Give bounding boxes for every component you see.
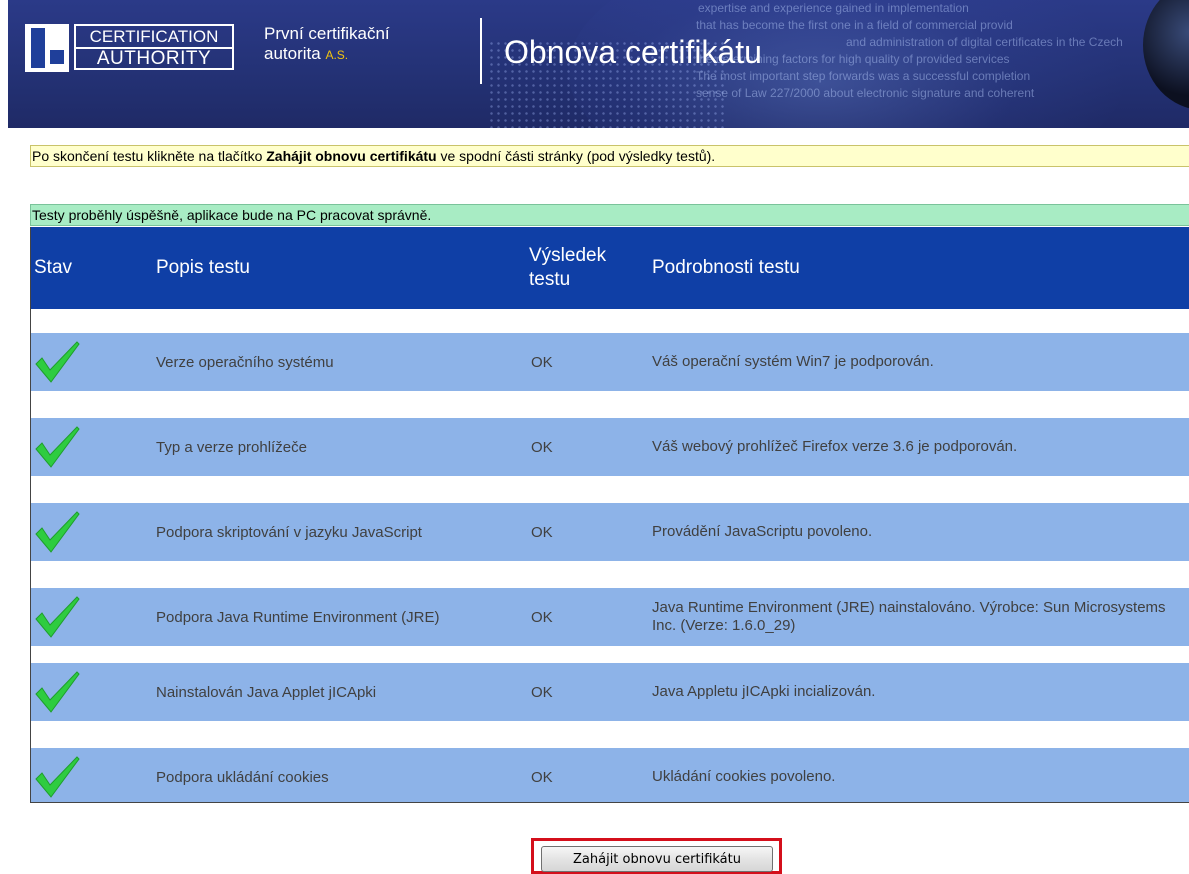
success-notice: Testy proběhly úspěšně, aplikace bude na… (30, 204, 1189, 226)
instruction-button-name: Zahájit obnovu certifikátu (266, 148, 437, 164)
test-details: Java Appletu jICApki incializován. (652, 683, 876, 700)
test-result: OK (531, 438, 553, 456)
table-row: Typ a verze prohlížeče OK Váš webový pro… (31, 418, 1189, 476)
table-row: Verze operačního systému OK Váš operační… (31, 333, 1189, 391)
column-header-podrobnosti: Podrobnosti testu (652, 257, 800, 278)
column-header-stav: Stav (34, 257, 73, 278)
ca-logo-line2: AUTHORITY (96, 48, 212, 69)
table-header: Stav Popis testu Výsledek testu Podrobnos… (31, 227, 1189, 309)
test-description: Nainstalován Java Applet jICApki (156, 683, 377, 701)
test-details: Ukládání cookies povoleno. (652, 768, 836, 785)
header-bg-line: and administration of digital certificat… (846, 35, 1123, 49)
header-divider (480, 18, 482, 84)
test-result: OK (531, 768, 553, 786)
column-header-popis: Popis testu (156, 257, 250, 278)
test-description: Verze operačního systému (156, 353, 334, 371)
column-header-vysledek-line2: testu (529, 269, 571, 290)
ica-logo-icon (25, 24, 69, 72)
test-details: Váš webový prohlížeč Firefox verze 3.6 j… (652, 438, 1018, 455)
page-header: expertise and experience gained in imple… (8, 0, 1189, 128)
check-icon (33, 663, 81, 721)
table-row: Podpora skriptování v jazyku JavaScript … (31, 503, 1189, 561)
header-bg-line: the determining factors for high quality… (696, 52, 1010, 66)
test-details: Java Runtime Environment (JRE) nainstalo… (652, 599, 1166, 634)
table-row: Podpora ukládání cookies OK Ukládání coo… (31, 748, 1189, 802)
org-name-line1: První certifikační (264, 24, 390, 43)
header-bg-line: expertise and experience gained in imple… (698, 1, 969, 15)
test-description: Typ a verze prohlížeče (156, 438, 307, 456)
test-description: Podpora Java Runtime Environment (JRE) (156, 608, 440, 626)
check-icon (33, 588, 81, 646)
header-background-text: expertise and experience gained in imple… (696, 0, 1189, 102)
column-header-vysledek: Výsledek testu (529, 227, 606, 309)
org-name-text: autorita (264, 44, 321, 63)
check-icon (33, 333, 81, 391)
header-bg-line: that has become the first one in a field… (696, 18, 1013, 32)
instruction-text-before: Po skončení testu klikněte na tlačítko (32, 148, 267, 164)
page-title: Obnova certifikátu (504, 34, 762, 70)
test-results-table: Stav Popis testu Výsledek testu Podrobnos… (30, 227, 1189, 803)
start-renewal-button[interactable]: Zahájit obnovu certifikátu (541, 846, 773, 872)
test-result: OK (531, 608, 553, 626)
test-description: Podpora skriptování v jazyku JavaScript (156, 523, 422, 541)
organization-name: První certifikační autorita A.S. (264, 24, 390, 65)
table-row: Nainstalován Java Applet jICApki OK Java… (31, 663, 1189, 721)
test-result: OK (531, 353, 553, 371)
certification-authority-logo: CERTIFICATION AUTHORITY (74, 24, 234, 70)
check-icon (33, 418, 81, 476)
column-header-vysledek-line1: Výsledek (529, 245, 607, 266)
test-result: OK (531, 523, 553, 541)
test-description: Podpora ukládání cookies (156, 768, 329, 786)
test-result: OK (531, 683, 553, 701)
org-suffix: A.S. (325, 48, 349, 62)
instruction-text-after: ve spodní části stránky (pod výsledky te… (436, 148, 716, 164)
table-row: Podpora Java Runtime Environment (JRE) O… (31, 588, 1189, 646)
org-name-line2: autorita A.S. (264, 44, 390, 65)
test-details: Provádění JavaScriptu povoleno. (652, 523, 873, 540)
ca-logo-line1: CERTIFICATION (76, 26, 232, 49)
check-icon (33, 748, 81, 802)
check-icon (33, 503, 81, 561)
header-bg-line: sense of Law 227/2000 about electronic s… (696, 86, 1035, 100)
header-bg-line: The most important step forwards was a s… (696, 69, 1031, 83)
test-details: Váš operační systém Win7 je podporován. (652, 353, 934, 370)
instruction-notice: Po skončení testu klikněte na tlačítko Z… (30, 145, 1189, 167)
